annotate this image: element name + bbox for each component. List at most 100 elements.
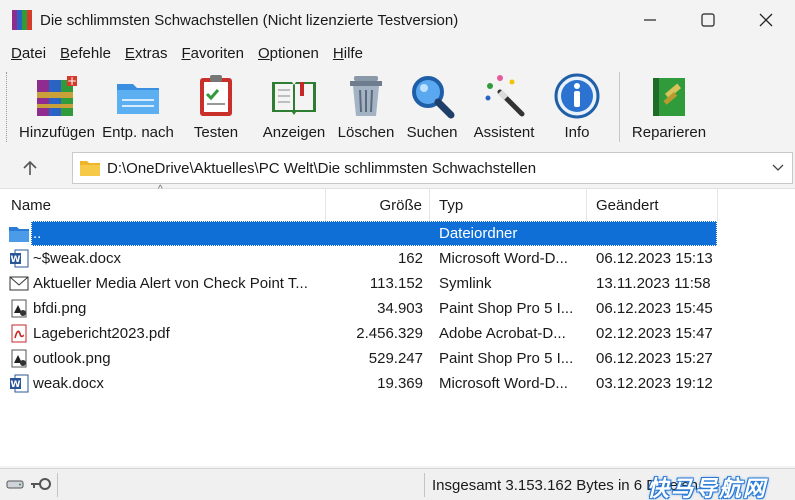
parent-folder-row[interactable]: .. Dateiordner: [0, 221, 795, 246]
minimize-icon: [644, 19, 656, 21]
minimize-button[interactable]: [621, 0, 679, 40]
file-type: Microsoft Word-D...: [439, 250, 568, 267]
repair-book-icon: [653, 78, 685, 116]
file-type: Paint Shop Pro 5 I...: [439, 300, 574, 317]
svg-text:W: W: [11, 255, 21, 265]
file-size: 19.369: [377, 375, 423, 392]
file-type: Symlink: [439, 275, 492, 292]
title-bar: Die schlimmsten Schwachstellen (Nicht li…: [0, 0, 795, 40]
file-name: ..: [33, 225, 42, 242]
trash-can-icon: [350, 76, 382, 116]
file-name: bfdi.png: [33, 300, 87, 317]
file-row[interactable]: bfdi.png 34.903 Paint Shop Pro 5 I... 06.12…: [0, 296, 795, 321]
file-row[interactable]: outlook.png 529.247 Paint Shop Pro 5 I... 0…: [0, 346, 795, 371]
maximize-button[interactable]: [679, 0, 737, 40]
wizard-button[interactable]: Assistent: [465, 66, 543, 146]
info-label: Info: [564, 124, 590, 141]
file-name: Aktueller Media Alert von Check Point T.…: [33, 275, 308, 292]
extract-to-button[interactable]: Entp. nach: [99, 66, 177, 146]
key-icon[interactable]: [30, 475, 52, 493]
file-modified: 13.11.2023 11:58: [596, 275, 711, 292]
folder-icon: [9, 224, 29, 243]
file-size: 34.903: [377, 300, 423, 317]
menu-befehle[interactable]: Befehle: [53, 45, 118, 62]
address-row: D:\OneDrive\Aktuelles\PC Welt\Die schlim…: [0, 150, 795, 186]
file-row[interactable]: W ~$weak.docx 162 Microsoft Word-D... 06.12.…: [0, 246, 795, 271]
clipboard-check-icon: [200, 75, 232, 116]
close-button[interactable]: [737, 0, 795, 40]
column-header-type[interactable]: Typ: [430, 189, 587, 221]
drive-icon[interactable]: [6, 475, 24, 493]
file-modified: 06.12.2023 15:45: [596, 300, 713, 317]
watermark-logo: 快马导航网: [646, 477, 767, 500]
menu-datei[interactable]: Datei: [4, 45, 53, 62]
find-label: Suchen: [406, 124, 458, 141]
file-size: 529.247: [368, 350, 423, 367]
window-title: Die schlimmsten Schwachstellen (Nicht li…: [40, 11, 459, 29]
pdf-icon: [9, 324, 29, 343]
find-button[interactable]: Suchen: [399, 66, 465, 146]
wizard-label: Assistent: [473, 124, 535, 141]
open-book-icon: [272, 82, 316, 115]
column-header-row: ^ Name Größe Typ Geändert: [0, 184, 795, 221]
image-file-icon: [9, 299, 29, 318]
column-header-size[interactable]: Größe: [326, 189, 430, 221]
toolbar-grip[interactable]: [6, 72, 9, 142]
file-modified: 03.12.2023 19:12: [596, 375, 713, 392]
file-size: [326, 221, 423, 246]
svg-text:+: +: [67, 74, 77, 88]
extract-to-label: Entp. nach: [102, 124, 174, 141]
add-label: Hinzufügen: [19, 124, 95, 141]
file-modified: 06.12.2023 15:13: [596, 250, 713, 267]
file-type: Microsoft Word-D...: [439, 375, 568, 392]
delete-label: Löschen: [337, 124, 395, 141]
file-list: ^ Name Größe Typ Geändert .. Dateiordner W…: [0, 184, 795, 466]
file-modified: 06.12.2023 15:27: [596, 350, 713, 367]
menu-hilfe[interactable]: Hilfe: [326, 45, 370, 62]
arrow-up-icon: [23, 160, 37, 175]
folder-extract-icon: [117, 84, 159, 114]
maximize-icon: [701, 13, 715, 27]
file-size: 113.152: [369, 275, 423, 292]
address-bar[interactable]: D:\OneDrive\Aktuelles\PC Welt\Die schlim…: [72, 152, 793, 184]
svg-text:W: W: [11, 380, 21, 390]
toolbar-separator: [619, 72, 620, 142]
up-folder-button[interactable]: [0, 150, 60, 186]
close-icon: [759, 13, 773, 27]
image-file-icon: [9, 349, 29, 368]
status-bar: Insgesamt 3.153.162 Bytes in 6 Dateien 快…: [0, 468, 795, 500]
toolbar: + Hinzufügen Entp. nach Testen Anzeigen: [0, 66, 795, 148]
file-type: Dateiordner: [439, 225, 518, 242]
mail-icon: [9, 274, 29, 293]
menu-extras[interactable]: Extras: [118, 45, 175, 62]
file-row[interactable]: Wweak.docx 19.369 Microsoft Word-D... 03.12…: [0, 371, 795, 396]
file-type: Adobe Acrobat-D...: [439, 325, 566, 342]
test-label: Testen: [193, 124, 239, 141]
file-row[interactable]: Lagebericht2023.pdf 2.456.329 Adobe Acroba…: [0, 321, 795, 346]
info-button[interactable]: Info: [543, 66, 611, 146]
winrar-app-icon[interactable]: [12, 10, 32, 30]
menu-favoriten[interactable]: Favoriten: [174, 45, 251, 62]
test-button[interactable]: Testen: [177, 66, 255, 146]
word-doc-icon: W: [9, 249, 29, 268]
column-header-modified[interactable]: Geändert: [587, 189, 718, 221]
file-name: outlook.png: [33, 350, 111, 367]
file-type: Paint Shop Pro 5 I...: [439, 350, 574, 367]
menu-bar: Datei Befehle Extras Favoriten Optionen Hilfe: [0, 40, 795, 66]
file-size: 2.456.329: [356, 325, 423, 342]
file-modified: 02.12.2023 15:47: [596, 325, 713, 342]
magic-wand-icon: [485, 75, 525, 117]
info-icon: [554, 73, 600, 119]
file-row[interactable]: Aktueller Media Alert von Check Point T.…: [0, 271, 795, 296]
view-label: Anzeigen: [262, 124, 326, 141]
address-path: D:\OneDrive\Aktuelles\PC Welt\Die schlim…: [107, 159, 537, 177]
chevron-down-icon[interactable]: [772, 161, 784, 173]
menu-optionen[interactable]: Optionen: [251, 45, 326, 62]
folder-icon: [80, 161, 100, 176]
column-header-name[interactable]: Name: [0, 189, 326, 221]
repair-button[interactable]: Reparieren: [628, 66, 710, 146]
repair-label: Reparieren: [631, 124, 707, 141]
view-button[interactable]: Anzeigen: [255, 66, 333, 146]
add-button[interactable]: + Hinzufügen: [15, 66, 99, 146]
delete-button[interactable]: Löschen: [333, 66, 399, 146]
